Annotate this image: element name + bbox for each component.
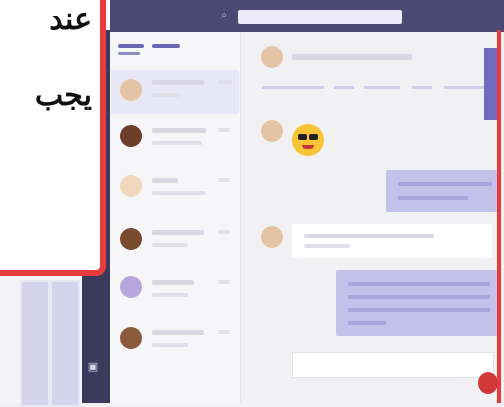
list-item-preview [152,343,188,347]
search-input[interactable] [238,10,402,24]
avatar [120,79,142,101]
list-item-preview [152,243,188,247]
list-item-time [218,230,230,234]
list-item-time [218,178,230,182]
avatar [120,276,142,298]
list-item-name [152,178,178,183]
list-item-time [218,330,230,334]
apple-decoration [478,372,498,394]
list-item-preview [152,141,202,145]
message-line [348,308,490,312]
message-line [398,196,468,200]
message-received [292,224,492,258]
message-line [304,244,350,248]
illustration-leg-right [50,280,80,407]
callout-box: عند يجب [0,0,106,276]
list-item-time [218,128,230,132]
avatar [120,125,142,147]
list-item-preview [152,191,206,195]
emoji-mouth [302,145,314,149]
list-item-name [152,128,206,133]
avatar [120,228,142,250]
highlight-border-right [497,30,501,403]
avatar [261,46,283,68]
list-item-name [152,330,204,335]
avatar [120,175,142,197]
sidebar-tab-indicator-2[interactable] [152,44,180,48]
thread-divider [262,86,324,89]
list-item-time [218,80,232,84]
list-item-time [218,280,230,284]
callout-text-line1: عند [49,2,92,37]
message-line [348,295,490,299]
avatar [261,120,283,142]
message-sent [386,170,500,212]
files-icon[interactable]: ▣ [86,360,100,374]
illustration-leg-left [20,280,50,407]
thread-divider [444,86,484,89]
compose-box[interactable] [292,352,494,378]
list-item-name [152,280,194,285]
message-line [304,234,434,238]
avatar [120,327,142,349]
sunglasses-emoji [292,124,324,156]
avatar [261,226,283,248]
list-item-preview [152,293,188,297]
message-line [348,321,386,325]
sidebar-tab-underline [118,52,140,55]
list-item-name [152,80,204,85]
list-item-name [152,230,204,235]
sunglasses-lens [309,134,318,140]
message-sent [336,270,500,336]
callout-text-line2: يجب [34,78,92,113]
thread-divider [364,86,400,89]
conversation-header-name [292,54,412,60]
search-icon[interactable]: ⌕ [218,10,230,22]
thread-divider [334,86,354,89]
sunglasses-lens [298,134,307,140]
sidebar-tab-indicator[interactable] [118,44,144,48]
message-line [398,182,492,186]
list-item-preview [152,93,180,97]
message-line [348,282,490,286]
thread-divider [412,86,432,89]
